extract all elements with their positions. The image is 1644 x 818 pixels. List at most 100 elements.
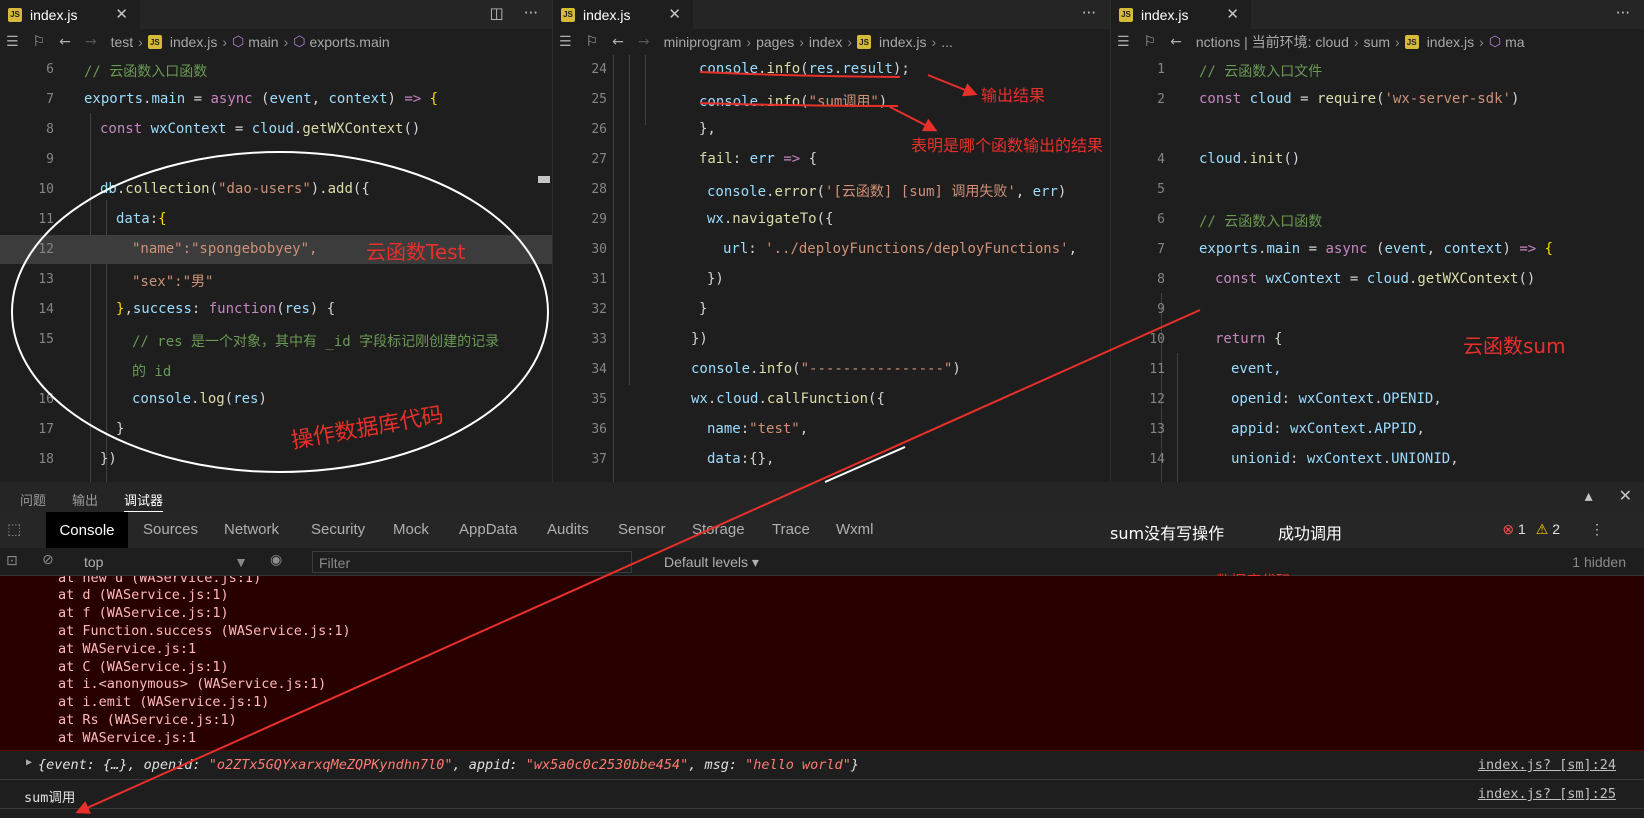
console-log-entry[interactable]: sum调用 index.js? [sm]:25 [0,780,1644,809]
tab-console[interactable]: Console [46,512,128,548]
stack-frame[interactable]: at WAService.js:1 [58,641,196,657]
back-arrow-icon[interactable]: ← [612,34,624,50]
maximize-panel-icon[interactable]: ▴ [1585,486,1593,505]
close-icon[interactable]: ✕ [1226,5,1239,23]
tab-security[interactable]: Security [311,521,365,538]
bookmark-icon[interactable]: ⚐ [33,34,46,50]
stack-frame[interactable]: at d (WAService.js:1) [58,587,229,603]
more-icon[interactable]: ··· [1082,4,1096,22]
context-select[interactable]: top ▼ [84,554,248,570]
code-line: 18}) [38,451,117,467]
stack-frame[interactable]: at Rs (WAService.js:1) [58,712,237,728]
js-file-icon: JS [1119,7,1133,22]
expand-arrow-icon[interactable]: ▶ [26,757,32,768]
breadcrumb-item[interactable]: pages [756,34,794,50]
more-icon[interactable]: ··· [1616,4,1630,22]
forward-arrow-icon[interactable]: → [638,34,650,50]
close-icon[interactable]: ✕ [668,5,681,23]
code-line: 2 const cloud = require('wx-server-sdk') [1157,91,1520,107]
breadcrumb-item[interactable]: index.js [879,34,926,50]
tab-problems[interactable]: 问题 [20,490,46,509]
list-icon[interactable]: ☰ [559,34,572,50]
annotation-cloud-test: 云函数Test [366,240,466,264]
bookmark-icon[interactable]: ⚐ [1144,34,1157,50]
stack-frame[interactable]: at i.<anonymous> (WAService.js:1) [58,676,326,692]
close-icon[interactable]: ✕ [115,5,128,23]
tab-debugger[interactable]: 调试器 [124,490,164,512]
console-output[interactable]: at new u (WAService.js:1) at d (WAServic… [0,576,1644,818]
breadcrumb-item[interactable]: index [809,34,842,50]
forward-arrow-icon[interactable]: → [85,34,97,50]
devtools-menu-icon[interactable]: ⋮ [1590,521,1604,538]
breadcrumb-item[interactable]: ma [1505,34,1524,50]
editor-tab[interactable]: JS index.js ✕ [553,0,693,29]
split-editor-icon[interactable]: ◫ [490,4,504,22]
code-line: 37 data:{}, [591,451,775,467]
code-line: 5 [1157,182,1165,197]
stack-frame[interactable]: at Function.success (WAService.js:1) [58,623,351,639]
stack-frame[interactable]: at C (WAService.js:1) [58,659,229,675]
list-icon[interactable]: ☰ [1117,34,1130,50]
breadcrumb-item[interactable]: test [111,34,134,50]
back-arrow-icon[interactable]: ← [59,34,71,50]
annotation-cloud-sum: 云函数sum [1463,334,1566,358]
log-source-link[interactable]: index.js? [sm]:24 [1478,757,1616,773]
breadcrumb-item[interactable]: sum [1364,34,1390,50]
breadcrumb: ☰ ⚐ ← → test › JS index.js › ⬡ main › ⬡ … [0,29,552,55]
filter-input[interactable]: Filter [312,551,632,573]
stack-frame[interactable]: at new u (WAService.js:1) [58,576,261,586]
stack-frame[interactable]: at WAService.js:1 [58,730,196,746]
code-area[interactable]: 6// 云函数入口函数 7 exports.main = async (event… [0,55,552,482]
back-arrow-icon[interactable]: ← [1170,34,1182,50]
breadcrumb-item[interactable]: miniprogram [664,34,742,50]
clear-console-icon[interactable]: ⊘ [42,552,54,568]
console-log-entry[interactable]: ▶ {event: {…}, openid: "o2ZTx5GQYxarxqMe… [0,751,1644,780]
tab-mock[interactable]: Mock [393,521,429,538]
code-line: 6// 云函数入口函数 [1157,212,1323,230]
tab-audits[interactable]: Audits [547,521,589,538]
js-file-icon: JS [561,7,575,22]
bookmark-icon[interactable]: ⚐ [586,34,599,50]
sidebar-toggle-icon[interactable]: ⊡ [6,553,18,569]
eye-icon[interactable]: ◉ [270,552,282,568]
stack-frame[interactable]: at f (WAService.js:1) [58,605,229,621]
tab-label: index.js [583,6,631,23]
tab-bar: JS index.js ✕ ··· [553,0,1110,29]
tab-wxml[interactable]: Wxml [836,521,874,538]
breadcrumb-item[interactable]: main [248,34,278,50]
list-icon[interactable]: ☰ [6,34,19,50]
breadcrumb-item[interactable]: index.js [1427,34,1474,50]
annotation-which-function: 表明是哪个函数输出的结果 [911,136,1104,155]
code-line: 11 data:{ [38,211,167,227]
tab-trace[interactable]: Trace [772,521,810,538]
annotation-success-call: 成功调用 [1278,524,1343,543]
warning-icon: ⚠ [1535,521,1549,537]
tab-appdata[interactable]: AppData [459,521,517,538]
tab-sources[interactable]: Sources [143,521,198,538]
levels-dropdown[interactable]: Default levels ▾ [664,554,759,571]
more-icon[interactable]: ··· [524,4,538,22]
inspect-element-icon[interactable]: ⬚ [7,520,27,540]
editor-tab[interactable]: JS index.js ✕ [1111,0,1251,29]
breadcrumb-item[interactable]: nctions | 当前环境: cloud [1196,32,1349,52]
tab-output[interactable]: 输出 [72,490,98,509]
breadcrumb-item[interactable]: ... [941,34,953,50]
code-line: 9 [46,152,54,167]
close-panel-icon[interactable]: ✕ [1619,486,1632,505]
breadcrumb-item[interactable]: index.js [170,34,217,50]
tab-storage[interactable]: Storage [692,521,745,538]
stack-frame[interactable]: at i.emit (WAService.js:1) [58,694,269,710]
editor-tab[interactable]: JS index.js ✕ [0,0,140,29]
code-line: 13 "sex":"男" [38,272,214,290]
tab-network[interactable]: Network [224,521,279,538]
warning-counter[interactable]: ⚠ 2 [1536,521,1560,538]
log-source-link[interactable]: index.js? [sm]:25 [1478,786,1616,802]
error-counter[interactable]: ⊗ 1 [1502,521,1525,538]
tab-sensor[interactable]: Sensor [618,521,666,538]
code-area[interactable]: 24 console.info(res.result); 25 console.in… [553,55,1110,482]
code-line: 10 db.collection("dao-users").add({ [38,181,370,197]
code-area[interactable]: 1// 云函数入口文件 2 const cloud = require('wx-s… [1111,55,1644,482]
code-line: 34 console.info("----------------") [591,361,961,377]
breadcrumb-item[interactable]: exports.main [309,34,389,50]
code-line: 9 [1157,302,1165,317]
